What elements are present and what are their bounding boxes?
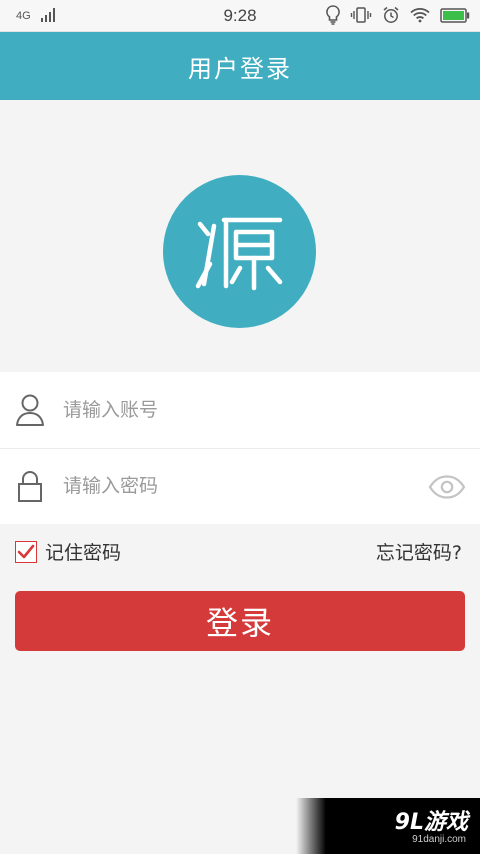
- account-row: [0, 372, 480, 449]
- checkmark-icon: [17, 544, 35, 558]
- remember-password-label: 记住密码: [45, 542, 122, 564]
- login-options: 记住密码 忘记密码?: [0, 534, 480, 568]
- app-logo: [163, 175, 316, 328]
- password-input[interactable]: [61, 474, 405, 498]
- page-title: 用户登录: [188, 54, 292, 83]
- remember-password-checkbox[interactable]: 记住密码: [15, 538, 121, 565]
- account-input[interactable]: [61, 398, 405, 422]
- password-row: [0, 448, 480, 524]
- app-header: 用户登录: [0, 32, 480, 100]
- login-button[interactable]: 登录: [15, 591, 465, 651]
- watermark-url: 91danji.com: [412, 834, 466, 845]
- watermark-logo-text: 9L游戏: [394, 810, 468, 835]
- checkbox-box[interactable]: [15, 540, 37, 563]
- lightbulb-icon: [326, 5, 340, 25]
- status-bar: 4G 9:28: [0, 0, 480, 32]
- vibrate-icon: [350, 6, 372, 24]
- wifi-icon: [410, 7, 430, 23]
- login-form: [0, 372, 480, 524]
- forgot-password-link[interactable]: 忘记密码?: [376, 538, 462, 565]
- site-watermark: 9L游戏 91danji.com: [296, 798, 480, 854]
- logo-glyph-icon: [195, 217, 282, 290]
- alarm-icon: [382, 6, 400, 24]
- user-icon: [15, 392, 45, 428]
- lock-icon: [15, 468, 45, 504]
- battery-icon: [440, 7, 470, 23]
- show-password-eye-icon[interactable]: [428, 474, 466, 500]
- status-right: [326, 5, 470, 25]
